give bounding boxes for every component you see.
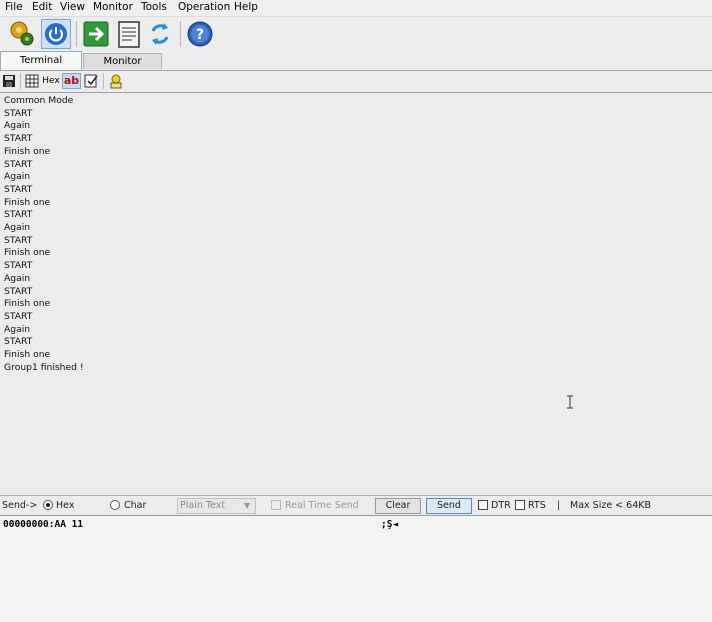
char-radio-label: Char bbox=[124, 500, 147, 511]
send-bar: Send-> Hex Char Plain Text ▼ Real Time S… bbox=[0, 497, 712, 516]
text-display-button[interactable]: ab bbox=[62, 73, 81, 89]
toolbar-separator bbox=[180, 21, 181, 47]
output-line: START bbox=[4, 310, 33, 322]
chevron-down-icon: ▼ bbox=[244, 501, 251, 510]
format-select[interactable]: Plain Text ▼ bbox=[177, 498, 256, 514]
clear-button-label: Clear bbox=[385, 500, 411, 511]
main-toolbar: ? bbox=[0, 16, 712, 52]
menu-help[interactable]: Help bbox=[234, 1, 258, 14]
document-button[interactable] bbox=[114, 19, 144, 49]
toolbar-separator bbox=[76, 21, 77, 47]
arrow-right-icon bbox=[83, 21, 109, 47]
terminal-output[interactable]: Common Mode START Again START Finish one… bbox=[0, 92, 712, 496]
tab-terminal[interactable]: Terminal bbox=[0, 51, 82, 70]
help-button[interactable]: ? bbox=[185, 19, 215, 49]
hex-radio[interactable] bbox=[43, 500, 53, 510]
output-line: START bbox=[4, 209, 33, 221]
toolbar-separator bbox=[103, 73, 104, 89]
save-button[interactable] bbox=[2, 73, 16, 89]
menu-file[interactable]: File bbox=[5, 1, 23, 14]
rts-checkbox[interactable] bbox=[515, 500, 525, 510]
clear-icon bbox=[110, 74, 122, 89]
tab-monitor[interactable]: Monitor bbox=[83, 53, 162, 69]
refresh-button[interactable] bbox=[145, 19, 175, 49]
output-line: Common Mode bbox=[4, 95, 74, 106]
output-line: Again bbox=[4, 222, 31, 234]
gears-icon bbox=[10, 21, 34, 46]
refresh-icon bbox=[151, 23, 169, 45]
max-size-label: Max Size < 64KB bbox=[570, 500, 651, 511]
output-line: Finish one bbox=[4, 145, 51, 157]
output-line: START bbox=[4, 285, 33, 297]
tab-bar: Terminal Monitor bbox=[0, 51, 712, 71]
rts-label: RTS bbox=[528, 500, 546, 511]
menu-bar: File Edit View Monitor Tools Operation H… bbox=[0, 0, 712, 16]
menu-view[interactable]: View bbox=[60, 1, 85, 14]
go-button[interactable] bbox=[81, 19, 111, 49]
tab-terminal-label: Terminal bbox=[19, 55, 63, 66]
terminal-toolbar: Hex ab bbox=[0, 71, 712, 93]
output-line: START bbox=[4, 336, 33, 348]
send-hex-line: 00000000:AA 11 bbox=[3, 519, 84, 530]
dtr-label: DTR bbox=[491, 500, 511, 511]
output-line: Again bbox=[4, 120, 31, 132]
output-line: Again bbox=[4, 323, 31, 335]
hex-display-label: Hex bbox=[42, 76, 60, 86]
separator-bar: | bbox=[557, 500, 561, 511]
format-select-value: Plain Text bbox=[180, 500, 226, 511]
char-radio[interactable] bbox=[110, 500, 120, 510]
output-line: START bbox=[4, 133, 33, 145]
clear-button[interactable]: Clear bbox=[375, 498, 421, 514]
output-line: Again bbox=[4, 171, 31, 183]
tab-monitor-label: Monitor bbox=[103, 56, 142, 67]
menu-monitor[interactable]: Monitor bbox=[93, 1, 133, 14]
document-icon bbox=[118, 21, 140, 48]
output-line: Again bbox=[4, 272, 31, 284]
send-button[interactable]: Send bbox=[426, 498, 472, 514]
hex-view-toggle[interactable] bbox=[25, 73, 40, 89]
menu-operation[interactable]: Operation bbox=[178, 1, 230, 14]
output-line: Finish one bbox=[4, 349, 51, 361]
text-display-label: ab bbox=[63, 74, 80, 87]
send-label: Send-> bbox=[2, 500, 38, 511]
output-line: START bbox=[4, 183, 33, 195]
hex-radio-label: Hex bbox=[56, 500, 75, 511]
hex-grid-icon bbox=[25, 74, 39, 88]
edit-check-button[interactable] bbox=[84, 73, 99, 89]
realtime-send-label: Real Time Send bbox=[285, 500, 359, 511]
output-line: START bbox=[4, 234, 33, 246]
text-cursor-icon bbox=[567, 395, 573, 409]
output-line: Finish one bbox=[4, 298, 51, 310]
settings-gears-button[interactable] bbox=[7, 19, 37, 49]
output-line: Group1 finished ! bbox=[4, 361, 84, 373]
menu-tools[interactable]: Tools bbox=[141, 1, 167, 14]
toolbar-separator bbox=[20, 73, 21, 89]
hex-display-button[interactable]: Hex bbox=[42, 73, 60, 89]
send-ascii-preview: ;Ş◄ bbox=[381, 519, 399, 530]
menu-edit[interactable]: Edit bbox=[32, 1, 52, 14]
help-icon: ? bbox=[187, 21, 213, 47]
output-line: Finish one bbox=[4, 196, 51, 208]
realtime-send-checkbox[interactable] bbox=[271, 500, 281, 510]
power-button[interactable] bbox=[41, 19, 71, 49]
svg-text:?: ? bbox=[196, 27, 204, 43]
output-line: START bbox=[4, 260, 33, 272]
dtr-checkbox[interactable] bbox=[478, 500, 488, 510]
edit-check-icon bbox=[84, 74, 98, 88]
floppy-disk-icon bbox=[3, 75, 15, 87]
send-input-area[interactable]: 00000000:AA 11 ;Ş◄ bbox=[0, 516, 712, 622]
output-line: START bbox=[4, 158, 33, 170]
power-icon bbox=[45, 23, 67, 45]
send-button-label: Send bbox=[437, 500, 461, 511]
clear-display-button[interactable] bbox=[108, 73, 124, 89]
output-line: START bbox=[4, 107, 33, 119]
output-line: Finish one bbox=[4, 247, 51, 259]
